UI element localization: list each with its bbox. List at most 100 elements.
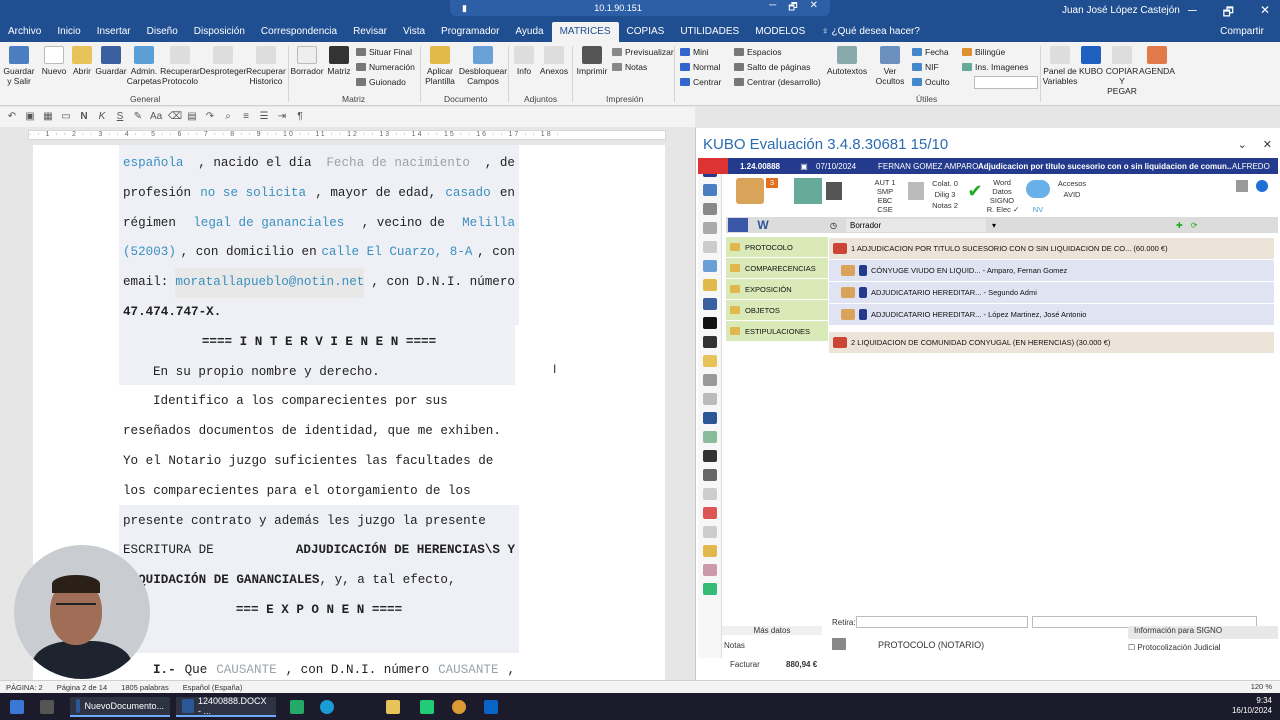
document-text[interactable]: española, nacido el día Fecha de nacimie…	[123, 149, 515, 680]
variables-panel-button[interactable]: Panel de Variables	[1042, 46, 1078, 86]
pdf-icon[interactable]	[702, 507, 717, 519]
accesos-label[interactable]: Accesos	[1056, 179, 1088, 188]
matriz-button[interactable]: Matriz	[326, 46, 352, 76]
paste-icon[interactable]: ▤	[186, 111, 198, 123]
autotext-button[interactable]: Autotextos	[826, 46, 868, 76]
notas-label[interactable]: Notas 2	[930, 201, 960, 210]
nif-button[interactable]: NIF	[912, 62, 939, 72]
expand-icon[interactable]	[702, 203, 717, 215]
und-icon[interactable]	[702, 393, 717, 405]
horizontal-ruler[interactable]: · · 1 · · 2 · · 3 · · 4 · · 5 · · 6 · · …	[28, 130, 666, 140]
align-left-icon[interactable]: ≡	[240, 111, 252, 123]
guionado-button[interactable]: Guionado	[356, 77, 406, 87]
taskbar-app[interactable]	[420, 697, 434, 717]
tab-matrices[interactable]: MATRICES	[551, 22, 619, 42]
dilig-label[interactable]: Dilig 3	[930, 190, 960, 199]
espacios-button[interactable]: Espacios	[734, 47, 782, 57]
undo-icon[interactable]	[702, 374, 717, 386]
agenda-button[interactable]: AGENDA	[1139, 46, 1175, 76]
remote-restore-button[interactable]: 🗗	[788, 0, 797, 17]
search-icon[interactable]: ⌕	[222, 111, 234, 123]
tab-insertar[interactable]: Insertar	[89, 22, 139, 42]
colat-label[interactable]: Colat. 0	[930, 179, 960, 188]
kubo-button[interactable]: KUBO	[1078, 46, 1104, 76]
refresh-icon[interactable]: ⟳	[1191, 221, 1198, 230]
tool-icon[interactable]	[702, 431, 717, 443]
copy-icon[interactable]	[702, 184, 717, 196]
centrar-button[interactable]: Centrar	[680, 77, 721, 87]
taskbar-word-app-1[interactable]: NuevoDocumento...	[70, 697, 170, 717]
bold-icon[interactable]: N	[78, 111, 90, 123]
tab-programador[interactable]: Programador	[433, 22, 507, 42]
list-icon[interactable]	[702, 488, 717, 500]
retira-select[interactable]	[856, 616, 1028, 628]
restore-button[interactable]: 🗗	[1223, 3, 1234, 24]
party-item[interactable]: ADJUDICATARIO HEREDITAR... - Segundo Adm…	[829, 282, 1274, 304]
lines-icon[interactable]	[702, 336, 717, 348]
m-icon[interactable]	[702, 450, 717, 462]
datos-label[interactable]: Datos	[988, 187, 1016, 196]
italic-icon[interactable]: K	[96, 111, 108, 123]
mas-datos-button[interactable]: Más datos	[722, 626, 822, 635]
share-button[interactable]: Compartir	[1220, 22, 1264, 42]
section-estipulaciones[interactable]: ESTIPULACIONES	[726, 321, 828, 342]
party-item[interactable]: CÓNYUGE VIUDO EN LIQUID... - Amparo, Fer…	[829, 260, 1274, 282]
recover-history-button[interactable]: Recuperar Historico	[246, 46, 286, 86]
recover-protocol-button[interactable]: Recuperar Protocolo	[160, 46, 200, 86]
insert-images-button[interactable]: Ins. Imagenes	[962, 62, 1028, 72]
remote-close-button[interactable]: ✕	[810, 0, 818, 17]
paste-icon[interactable]	[702, 545, 717, 557]
kubo-case-bar[interactable]: 1.24.00888 ▣ 07/10/2024 FERNAN GOMEZ AMP…	[698, 158, 1278, 174]
info-button[interactable]: Info	[512, 46, 536, 76]
borrador-button[interactable]: Borrador	[290, 46, 324, 76]
new-button[interactable]: Nuevo	[40, 46, 68, 76]
party-item[interactable]: ADJUDICATARIO HEREDITAR... - López Marti…	[829, 304, 1274, 326]
taskbar-word-app-2[interactable]: 12400888.DOCX - ...	[176, 696, 276, 717]
print-icon[interactable]	[702, 469, 717, 481]
unlock-fields-button[interactable]: Desbloquear Campos	[459, 46, 507, 86]
signo-label[interactable]: SIGNO	[988, 196, 1016, 205]
taskbar-app[interactable]	[290, 697, 304, 717]
notas-field[interactable]: Notas	[724, 641, 745, 650]
user-name[interactable]: Juan José López Castejón	[1062, 5, 1180, 16]
undo-icon[interactable]: ↶	[6, 111, 18, 123]
indent-icon[interactable]: ⇥	[276, 111, 288, 123]
pen-icon[interactable]	[702, 241, 717, 253]
taskbar-edge[interactable]	[320, 697, 334, 717]
tab-disposicion[interactable]: Disposición	[186, 22, 253, 42]
word-label[interactable]: Word	[988, 178, 1016, 187]
kubo-collapse-button[interactable]: ⌄	[1238, 138, 1247, 151]
remote-minimize-button[interactable]: ─	[769, 0, 776, 17]
dropdown-arrow-icon[interactable]: ▾	[992, 221, 996, 230]
save-icon[interactable]	[702, 298, 717, 310]
numeracion-button[interactable]: Numeración	[356, 62, 415, 72]
tab-vista[interactable]: Vista	[395, 22, 433, 42]
center-dev-button[interactable]: Centrar (desarrollo)	[734, 77, 821, 87]
paragraph-icon[interactable]: ¶	[294, 111, 306, 123]
save-button[interactable]: Guardar	[95, 46, 127, 76]
note-icon[interactable]	[702, 526, 717, 538]
brush-icon[interactable]: ⌫	[168, 111, 182, 123]
tab-copias[interactable]: COPIAS	[619, 22, 673, 42]
minimize-button[interactable]: ─	[1188, 3, 1197, 24]
zoom-level[interactable]: 120 %	[1251, 682, 1272, 691]
tab-revisar[interactable]: Revisar	[345, 22, 395, 42]
printer-icon[interactable]	[826, 182, 842, 200]
folder-icon[interactable]	[702, 279, 717, 291]
redo-icon[interactable]: ↷	[204, 111, 216, 123]
taskbar-chrome[interactable]	[452, 697, 466, 717]
relec-label[interactable]: R. Elec ✓	[986, 205, 1020, 214]
avid-label[interactable]: AVID	[1056, 190, 1088, 199]
font-size-icon[interactable]: Aa	[150, 111, 162, 123]
show-hidden-button[interactable]: Ver Ocultos	[872, 46, 908, 86]
ardo-icon[interactable]	[908, 182, 924, 200]
start-button[interactable]	[10, 697, 24, 717]
section-protocolo[interactable]: PROTOCOLO	[726, 237, 828, 258]
tab-utilidades[interactable]: UTILIDADES	[672, 22, 747, 42]
align-center-icon[interactable]: ☰	[258, 111, 270, 123]
add-icon[interactable]: ✚	[1176, 221, 1183, 230]
book-icon[interactable]	[728, 218, 748, 232]
tab-inicio[interactable]: Inicio	[49, 22, 88, 42]
protocol-act-item[interactable]: 1 ADJUDICACION POR TITULO SUCESORIO CON …	[829, 238, 1274, 260]
folder-icon[interactable]: ▭	[60, 111, 72, 123]
